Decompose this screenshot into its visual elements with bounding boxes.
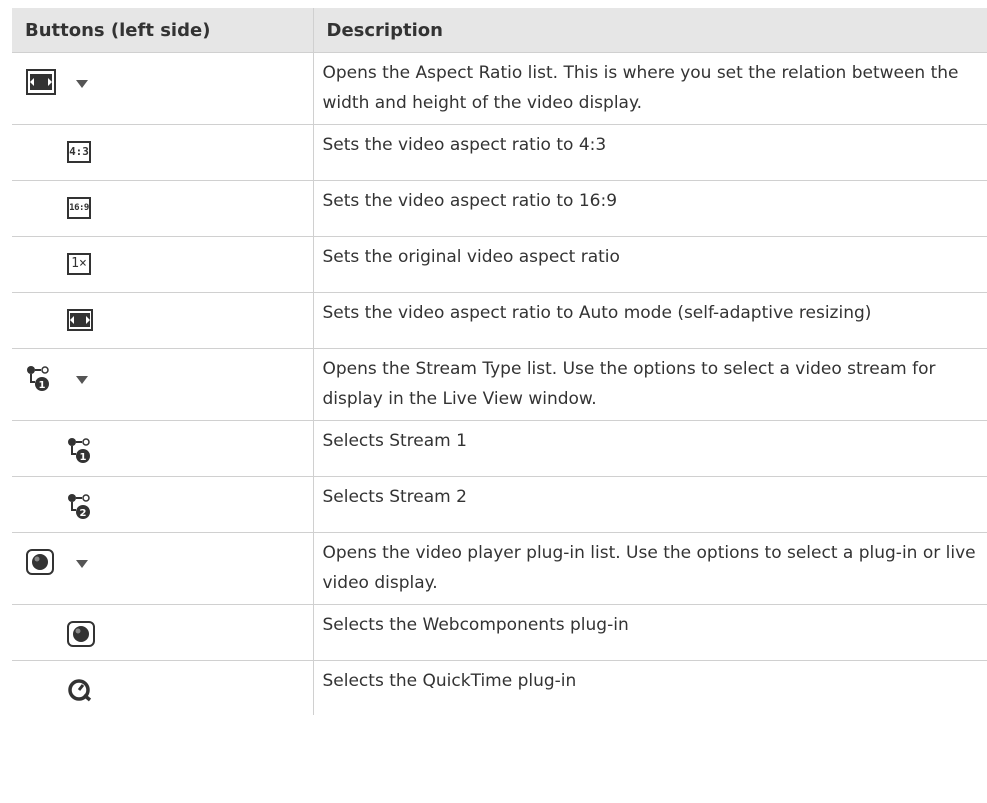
table-row: Opens the video player plug-in list. Use… (12, 532, 987, 605)
buttons-table: Buttons (left side) Description Opens th… (12, 8, 987, 715)
table-row: 1 Selects Stream 1 (12, 420, 987, 477)
svg-text:1: 1 (39, 380, 46, 391)
aspect-16-9-label: 16:9 (67, 197, 91, 219)
quicktime-plugin-icon[interactable] (67, 677, 93, 713)
chevron-down-icon[interactable] (76, 376, 88, 384)
row-description: Opens the video player plug-in list. Use… (312, 532, 987, 605)
stream-2-icon[interactable]: 2 (67, 493, 97, 531)
button-cell: 1 (12, 420, 314, 477)
table-row: 16:9 Sets the video aspect ratio to 16:9 (12, 180, 987, 237)
svg-text:1: 1 (80, 452, 87, 463)
table-row: Selects the Webcomponents plug-in (12, 604, 987, 661)
row-description: Sets the video aspect ratio to 16:9 (312, 180, 987, 237)
button-cell: 1× (12, 236, 314, 293)
aspect-auto-icon[interactable] (67, 309, 93, 341)
aspect-original-icon[interactable]: 1× (67, 253, 91, 275)
row-description: Sets the video aspect ratio to Auto mode… (312, 292, 987, 349)
button-cell (12, 532, 314, 605)
aspect-original-label: 1× (67, 253, 91, 275)
table-row: Sets the video aspect ratio to Auto mode… (12, 292, 987, 349)
table-row: 2 Selects Stream 2 (12, 476, 987, 533)
stream-type-list-icon[interactable]: 1 (26, 365, 56, 403)
table-row: 1 Opens the Stream Type list. Use the op… (12, 348, 987, 421)
stream-1-icon[interactable]: 1 (67, 437, 97, 475)
aspect-ratio-list-icon[interactable] (26, 69, 56, 105)
button-cell (12, 604, 314, 661)
table-row: Selects the QuickTime plug-in (12, 660, 987, 715)
row-description: Selects the Webcomponents plug-in (312, 604, 987, 661)
table-row: 4:3 Sets the video aspect ratio to 4:3 (12, 124, 987, 181)
webcomponents-plugin-icon[interactable] (67, 621, 95, 657)
row-description: Selects the QuickTime plug-in (312, 660, 987, 715)
table-row: Opens the Aspect Ratio list. This is whe… (12, 52, 987, 125)
header-buttons: Buttons (left side) (12, 8, 314, 53)
header-description: Description (312, 8, 987, 53)
aspect-4-3-label: 4:3 (67, 141, 91, 163)
button-cell: 1 (12, 348, 314, 421)
chevron-down-icon[interactable] (76, 80, 88, 88)
row-description: Selects Stream 1 (312, 420, 987, 477)
button-cell (12, 52, 314, 125)
button-cell (12, 660, 314, 715)
plugin-list-icon[interactable] (26, 549, 54, 585)
button-cell: 16:9 (12, 180, 314, 237)
row-description: Sets the video aspect ratio to 4:3 (312, 124, 987, 181)
button-cell (12, 292, 314, 349)
table-row: 1× Sets the original video aspect ratio (12, 236, 987, 293)
svg-text:2: 2 (80, 508, 87, 519)
aspect-4-3-icon[interactable]: 4:3 (67, 141, 91, 163)
row-description: Opens the Stream Type list. Use the opti… (312, 348, 987, 421)
table-header-row: Buttons (left side) Description (12, 8, 987, 53)
aspect-16-9-icon[interactable]: 16:9 (67, 197, 91, 219)
row-description: Sets the original video aspect ratio (312, 236, 987, 293)
row-description: Opens the Aspect Ratio list. This is whe… (312, 52, 987, 125)
button-cell: 4:3 (12, 124, 314, 181)
row-description: Selects Stream 2 (312, 476, 987, 533)
chevron-down-icon[interactable] (76, 560, 88, 568)
button-cell: 2 (12, 476, 314, 533)
